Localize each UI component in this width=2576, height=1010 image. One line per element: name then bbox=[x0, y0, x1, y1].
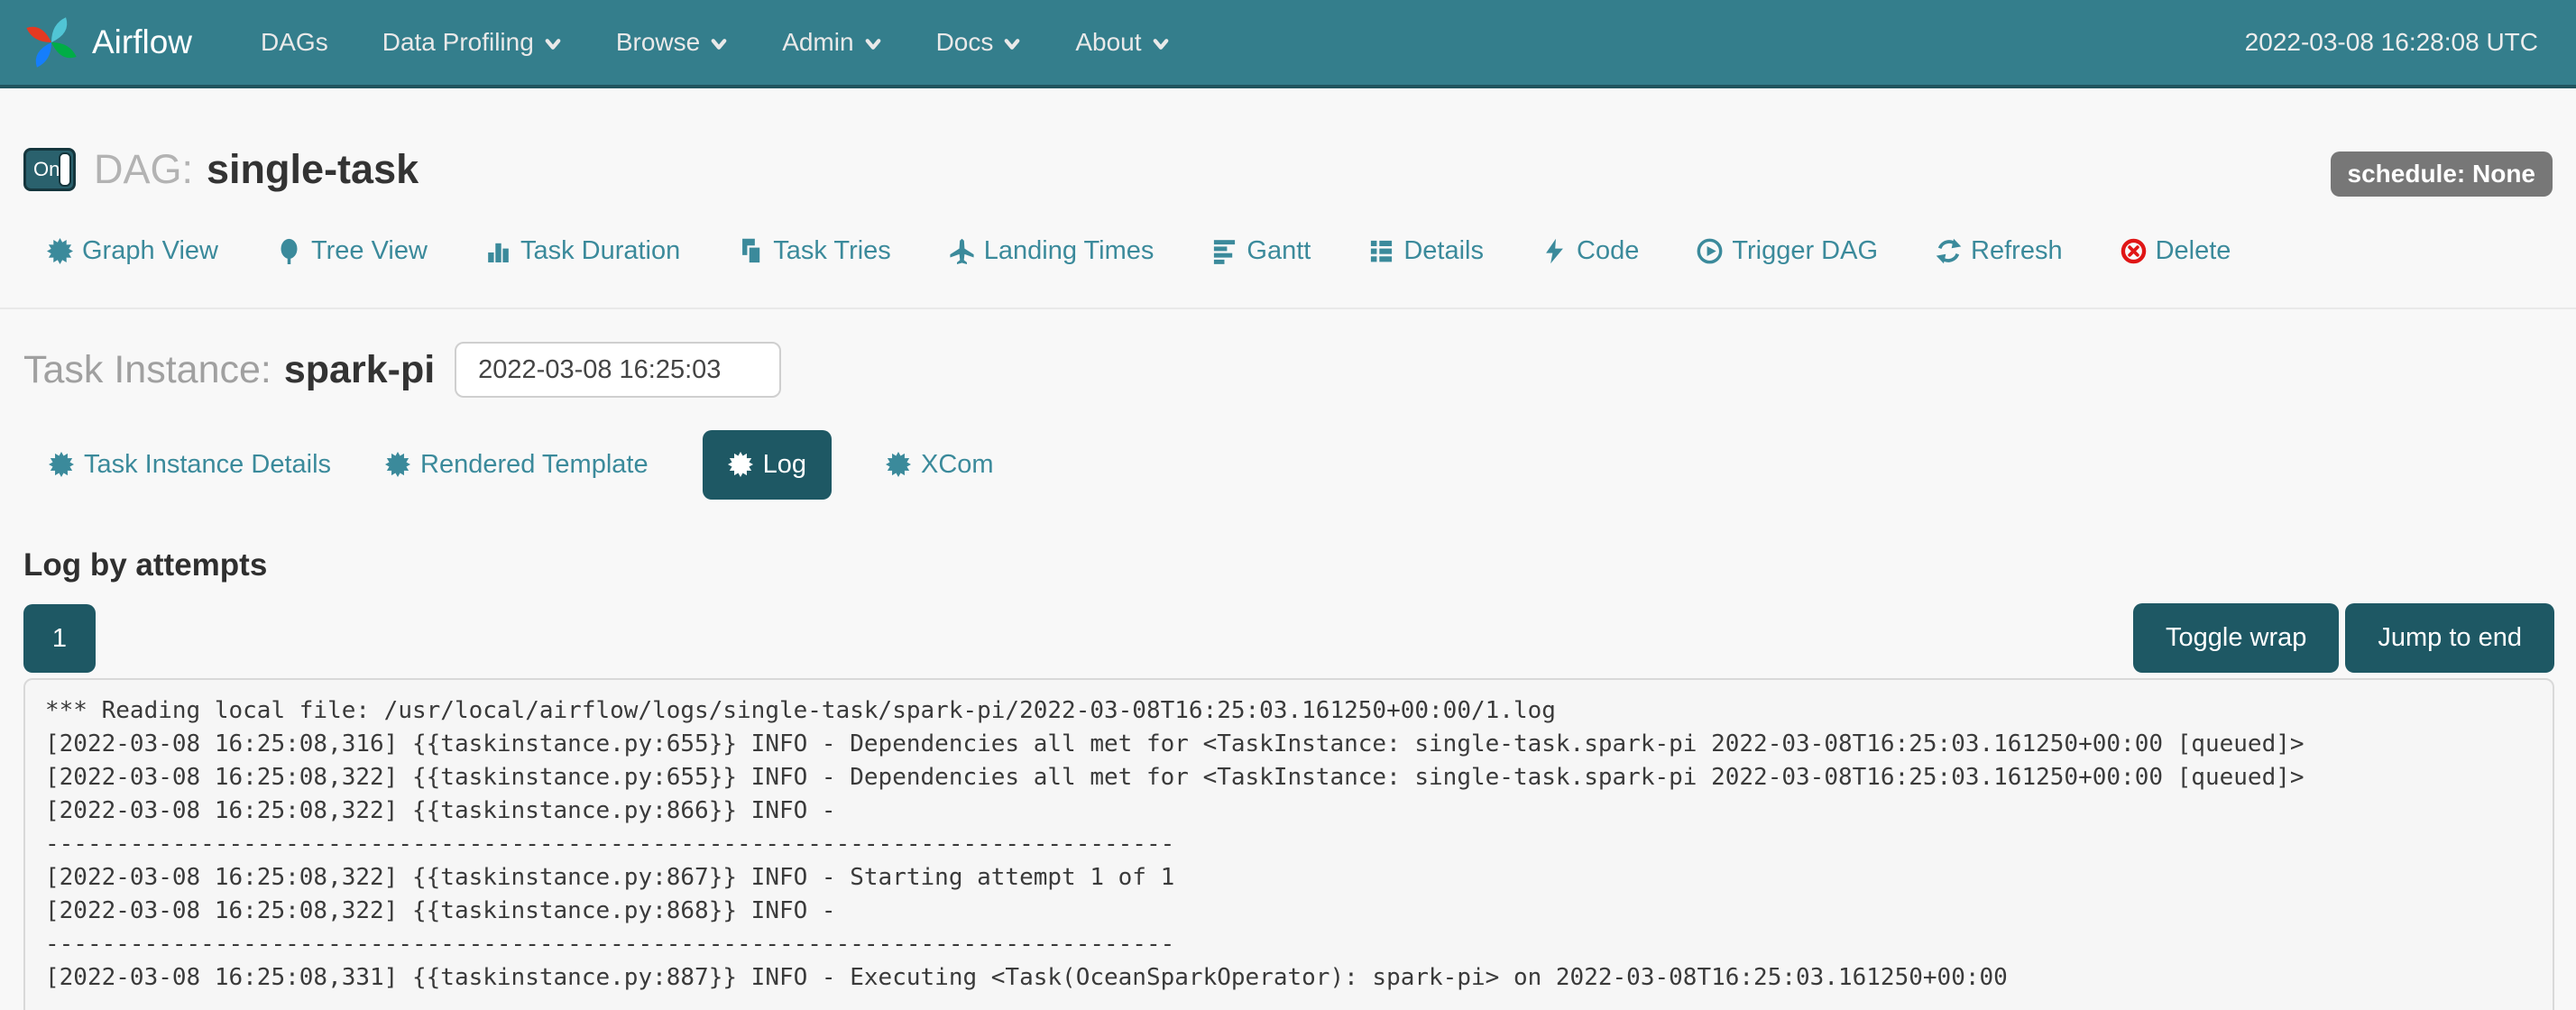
nav-item-label: DAGs bbox=[261, 28, 328, 57]
dag-tab[interactable]: Graph View bbox=[47, 236, 218, 266]
nav-item[interactable]: DAGs bbox=[234, 0, 355, 85]
sunburst-icon bbox=[886, 452, 911, 477]
nav-item[interactable]: Docs bbox=[909, 0, 1049, 85]
sunburst-icon bbox=[385, 452, 410, 477]
nav-item[interactable]: About bbox=[1048, 0, 1196, 85]
chevron-down-icon bbox=[1003, 35, 1021, 53]
sunburst-icon bbox=[728, 452, 753, 477]
ti-view-label: XCom bbox=[921, 450, 994, 480]
plane-icon bbox=[949, 238, 975, 264]
task-instance-label: Task Instance: bbox=[23, 348, 271, 392]
log-buttons: Toggle wrap Jump to end bbox=[2133, 603, 2554, 673]
dag-title-prefix: DAG: bbox=[94, 146, 193, 193]
dag-tab-label: Landing Times bbox=[984, 236, 1155, 266]
duplicate-icon bbox=[738, 238, 764, 264]
task-instance-header: Task Instance: spark-pi bbox=[23, 342, 2576, 398]
th-list-icon bbox=[1368, 238, 1394, 264]
nav-item-label: Browse bbox=[616, 28, 700, 57]
dag-name: single-task bbox=[207, 146, 419, 193]
dag-tab[interactable]: Details bbox=[1368, 236, 1484, 266]
toggle-on-label: On bbox=[33, 158, 60, 181]
jump-to-end-button[interactable]: Jump to end bbox=[2345, 603, 2554, 673]
task-instance-view-buttons: Task Instance Details Rendered Template … bbox=[49, 428, 2576, 500]
dag-tab[interactable]: Tree View bbox=[276, 236, 428, 266]
refresh-icon bbox=[1936, 238, 1962, 264]
dag-tab-label: Task Duration bbox=[520, 236, 680, 266]
dag-tab[interactable]: Delete bbox=[2121, 236, 2231, 266]
ti-view-button[interactable]: Log bbox=[703, 430, 832, 500]
dag-tab[interactable]: Task Tries bbox=[738, 236, 891, 266]
ti-view-button[interactable]: Task Instance Details bbox=[49, 450, 331, 480]
dag-tab[interactable]: Task Duration bbox=[485, 236, 680, 266]
sunburst-icon bbox=[49, 452, 74, 477]
toggle-knob bbox=[59, 152, 71, 187]
nav-item-label: Admin bbox=[782, 28, 853, 57]
nav-item[interactable]: Data Profiling bbox=[355, 0, 589, 85]
execution-date-input[interactable] bbox=[455, 342, 781, 398]
log-by-attempts-heading: Log by attempts bbox=[23, 547, 2576, 583]
nav-item-label: Docs bbox=[936, 28, 994, 57]
schedule-badge: schedule: None bbox=[2331, 152, 2553, 197]
ti-view-label: Task Instance Details bbox=[84, 450, 331, 480]
nav-item-label: Data Profiling bbox=[382, 28, 534, 57]
dag-tab-label: Refresh bbox=[1971, 236, 2063, 266]
dag-tab-label: Gantt bbox=[1247, 236, 1311, 266]
nav-item[interactable]: Admin bbox=[755, 0, 908, 85]
align-left-icon bbox=[1211, 238, 1237, 264]
dag-tab-label: Details bbox=[1403, 236, 1484, 266]
bar-chart-icon bbox=[485, 238, 511, 264]
nav-item[interactable]: Browse bbox=[589, 0, 755, 85]
dag-tab-label: Graph View bbox=[82, 236, 218, 266]
log-controls-row: 1 Toggle wrap Jump to end bbox=[23, 603, 2554, 673]
dag-tab-label: Tree View bbox=[311, 236, 428, 266]
dag-tab[interactable]: Trigger DAG bbox=[1697, 236, 1878, 266]
attempt-tab[interactable]: 1 bbox=[23, 604, 96, 673]
dag-tab[interactable]: Gantt bbox=[1211, 236, 1311, 266]
airflow-brand[interactable]: Airflow bbox=[22, 13, 192, 72]
dag-tab[interactable]: Landing Times bbox=[949, 236, 1155, 266]
ti-view-button[interactable]: XCom bbox=[886, 450, 994, 480]
dag-pause-toggle[interactable]: On bbox=[23, 148, 76, 191]
dag-tab[interactable]: Refresh bbox=[1936, 236, 2063, 266]
brand-name: Airflow bbox=[92, 23, 192, 61]
chevron-down-icon bbox=[544, 35, 562, 53]
tree-icon bbox=[276, 238, 302, 264]
dag-tab[interactable]: Code bbox=[1541, 236, 1639, 266]
section-divider bbox=[0, 308, 2576, 309]
chevron-down-icon bbox=[1152, 35, 1170, 53]
dag-view-tabs: Graph View Tree View Task Duration Task … bbox=[47, 236, 2576, 266]
dag-tab-label: Trigger DAG bbox=[1732, 236, 1878, 266]
dag-tab-label: Task Tries bbox=[773, 236, 891, 266]
attempt-tabs: 1 bbox=[23, 604, 96, 673]
ti-view-button[interactable]: Rendered Template bbox=[385, 450, 649, 480]
bolt-icon bbox=[1541, 238, 1568, 264]
navbar: Airflow DAGs Data Profiling Browse Admin bbox=[0, 0, 2576, 88]
chevron-down-icon bbox=[864, 35, 882, 53]
log-output-text: *** Reading local file: /usr/local/airfl… bbox=[45, 694, 2533, 995]
chevron-down-icon bbox=[710, 35, 728, 53]
task-instance-name: spark-pi bbox=[284, 348, 435, 392]
log-output-panel[interactable]: *** Reading local file: /usr/local/airfl… bbox=[23, 678, 2554, 1010]
navbar-menu: DAGs Data Profiling Browse Admin Docs bbox=[234, 0, 1197, 85]
toggle-wrap-button[interactable]: Toggle wrap bbox=[2133, 603, 2339, 673]
nav-item-label: About bbox=[1075, 28, 1141, 57]
dag-tab-label: Delete bbox=[2156, 236, 2231, 266]
sunburst-icon bbox=[47, 238, 73, 264]
remove-circle-icon bbox=[2121, 238, 2147, 264]
dag-tab-label: Code bbox=[1577, 236, 1639, 266]
play-circle-icon bbox=[1697, 238, 1723, 264]
ti-view-label: Log bbox=[763, 450, 806, 480]
airflow-pinwheel-logo bbox=[22, 13, 81, 72]
ti-view-label: Rendered Template bbox=[420, 450, 649, 480]
dag-header: On DAG: single-task bbox=[23, 146, 2576, 193]
utc-clock: 2022-03-08 16:28:08 UTC bbox=[2245, 28, 2538, 57]
